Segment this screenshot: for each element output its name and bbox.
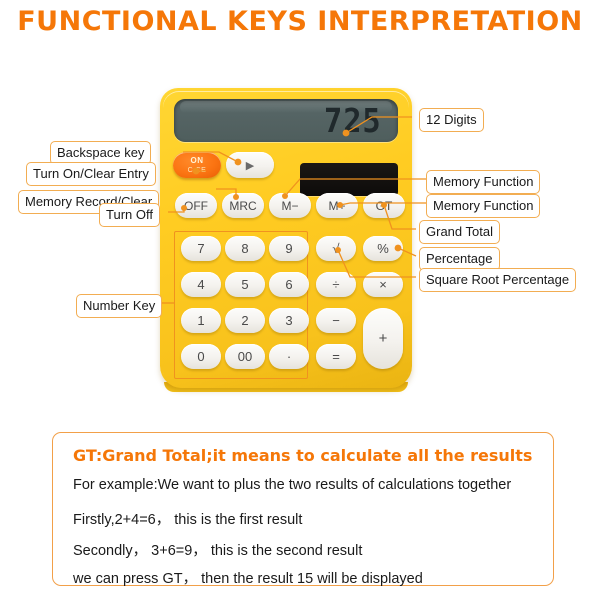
- callout-number-key-text: Number Key: [83, 298, 156, 313]
- key-number-8-label: 8: [241, 241, 249, 256]
- backspace-arrow-icon: ▶: [245, 159, 255, 172]
- callout-turn-on-clear-entry: Turn On/Clear Entry: [26, 162, 156, 186]
- gt-explanation-line-4: we can press GT， then the result 15 will…: [73, 571, 423, 587]
- key-number-1-label: 1: [197, 313, 205, 328]
- key-number-4[interactable]: 4: [181, 272, 221, 297]
- callout-12-digits-text: 12 Digits: [426, 112, 477, 127]
- key-number-3[interactable]: 3: [269, 308, 309, 333]
- divide-icon: ÷: [332, 277, 340, 292]
- key-decimal-point[interactable]: ·: [269, 344, 309, 369]
- callout-turn-on-clear-entry-text: Turn On/Clear Entry: [33, 166, 149, 181]
- callout-square-root-percentage: Square Root Percentage: [419, 268, 577, 292]
- percent-icon: %: [377, 241, 389, 256]
- multiply-icon: ×: [379, 277, 387, 292]
- key-number-6-label: 6: [285, 277, 293, 292]
- key-number-6[interactable]: 6: [269, 272, 309, 297]
- key-number-0[interactable]: 0: [181, 344, 221, 369]
- gt-explanation-title: GT:Grand Total;it means to calculate all…: [73, 446, 533, 465]
- key-number-0-label: 0: [197, 349, 205, 364]
- key-square-root[interactable]: √: [316, 236, 356, 261]
- key-number-00-label: 00: [237, 349, 253, 364]
- key-number-5[interactable]: 5: [225, 272, 265, 297]
- callout-percentage-text: Percentage: [426, 251, 493, 266]
- gt-explanation-line-2: Firstly,2+4=6， this is the first result: [73, 512, 303, 528]
- callout-memory-function-1: Memory Function: [426, 170, 541, 194]
- key-mrc[interactable]: MRC: [222, 193, 264, 218]
- key-off-label: OFF: [184, 198, 208, 213]
- on-label: ON: [190, 155, 204, 165]
- key-memory-plus-label: M+: [328, 198, 346, 213]
- gt-explanation-box: GT:Grand Total;it means to calculate all…: [52, 432, 554, 587]
- key-multiply[interactable]: ×: [363, 272, 403, 297]
- callout-grand-total-text: Grand Total: [426, 224, 493, 239]
- key-number-2[interactable]: 2: [225, 308, 265, 333]
- key-number-9[interactable]: 9: [269, 236, 309, 261]
- callout-number-key: Number Key: [76, 294, 163, 318]
- callout-12-digits: 12 Digits: [419, 108, 484, 132]
- page-root: FUNCTIONAL KEYS INTERPRETATION 725 ON C …: [0, 0, 600, 600]
- key-number-3-label: 3: [285, 313, 293, 328]
- page-title: FUNCTIONAL KEYS INTERPRETATION: [17, 6, 583, 37]
- callout-turn-off: Turn Off: [99, 203, 160, 227]
- gt-explanation-line-3: Secondly， 3+6=9， this is the second resu…: [73, 543, 363, 559]
- square-root-icon: √: [332, 241, 340, 256]
- callout-backspace-key-text: Backspace key: [57, 145, 145, 160]
- callout-square-root-percentage-text: Square Root Percentage: [426, 272, 570, 287]
- key-mrc-label: MRC: [229, 198, 257, 213]
- key-number-00[interactable]: 00: [225, 344, 265, 369]
- key-number-9-label: 9: [285, 241, 293, 256]
- key-backspace[interactable]: ▶: [226, 152, 274, 178]
- key-memory-minus[interactable]: M−: [269, 193, 311, 218]
- key-plus[interactable]: +: [363, 308, 403, 369]
- key-grand-total[interactable]: GT: [363, 193, 405, 218]
- solar-panel: [300, 163, 398, 196]
- callout-memory-function-2-text: Memory Function: [433, 198, 534, 213]
- key-number-1[interactable]: 1: [181, 308, 221, 333]
- key-number-5-label: 5: [241, 277, 249, 292]
- gt-explanation-line-1: For example:We want to plus the two resu…: [73, 477, 512, 493]
- clear-entry-label: C CE: [187, 166, 207, 174]
- key-number-7[interactable]: 7: [181, 236, 221, 261]
- key-number-4-label: 4: [197, 277, 205, 292]
- display-value: 725: [324, 101, 382, 140]
- minus-icon: −: [332, 313, 340, 328]
- key-off[interactable]: OFF: [175, 193, 217, 218]
- callout-memory-function-2: Memory Function: [426, 194, 541, 218]
- calculator-display: 725: [174, 99, 398, 142]
- equals-icon: =: [332, 349, 340, 364]
- callout-grand-total: Grand Total: [419, 220, 500, 244]
- key-equals[interactable]: =: [316, 344, 356, 369]
- callout-turn-off-text: Turn Off: [106, 207, 153, 222]
- plus-icon: +: [378, 330, 388, 347]
- key-memory-minus-label: M−: [281, 198, 299, 213]
- key-divide[interactable]: ÷: [316, 272, 356, 297]
- key-number-2-label: 2: [241, 313, 249, 328]
- key-number-8[interactable]: 8: [225, 236, 265, 261]
- key-memory-plus[interactable]: M+: [316, 193, 358, 218]
- key-number-7-label: 7: [197, 241, 205, 256]
- key-decimal-point-label: ·: [286, 349, 292, 364]
- key-percent[interactable]: %: [363, 236, 403, 261]
- key-grand-total-label: GT: [375, 198, 393, 213]
- key-minus[interactable]: −: [316, 308, 356, 333]
- callout-memory-function-1-text: Memory Function: [433, 174, 534, 189]
- key-on-clear-entry[interactable]: ON C CE: [173, 152, 221, 178]
